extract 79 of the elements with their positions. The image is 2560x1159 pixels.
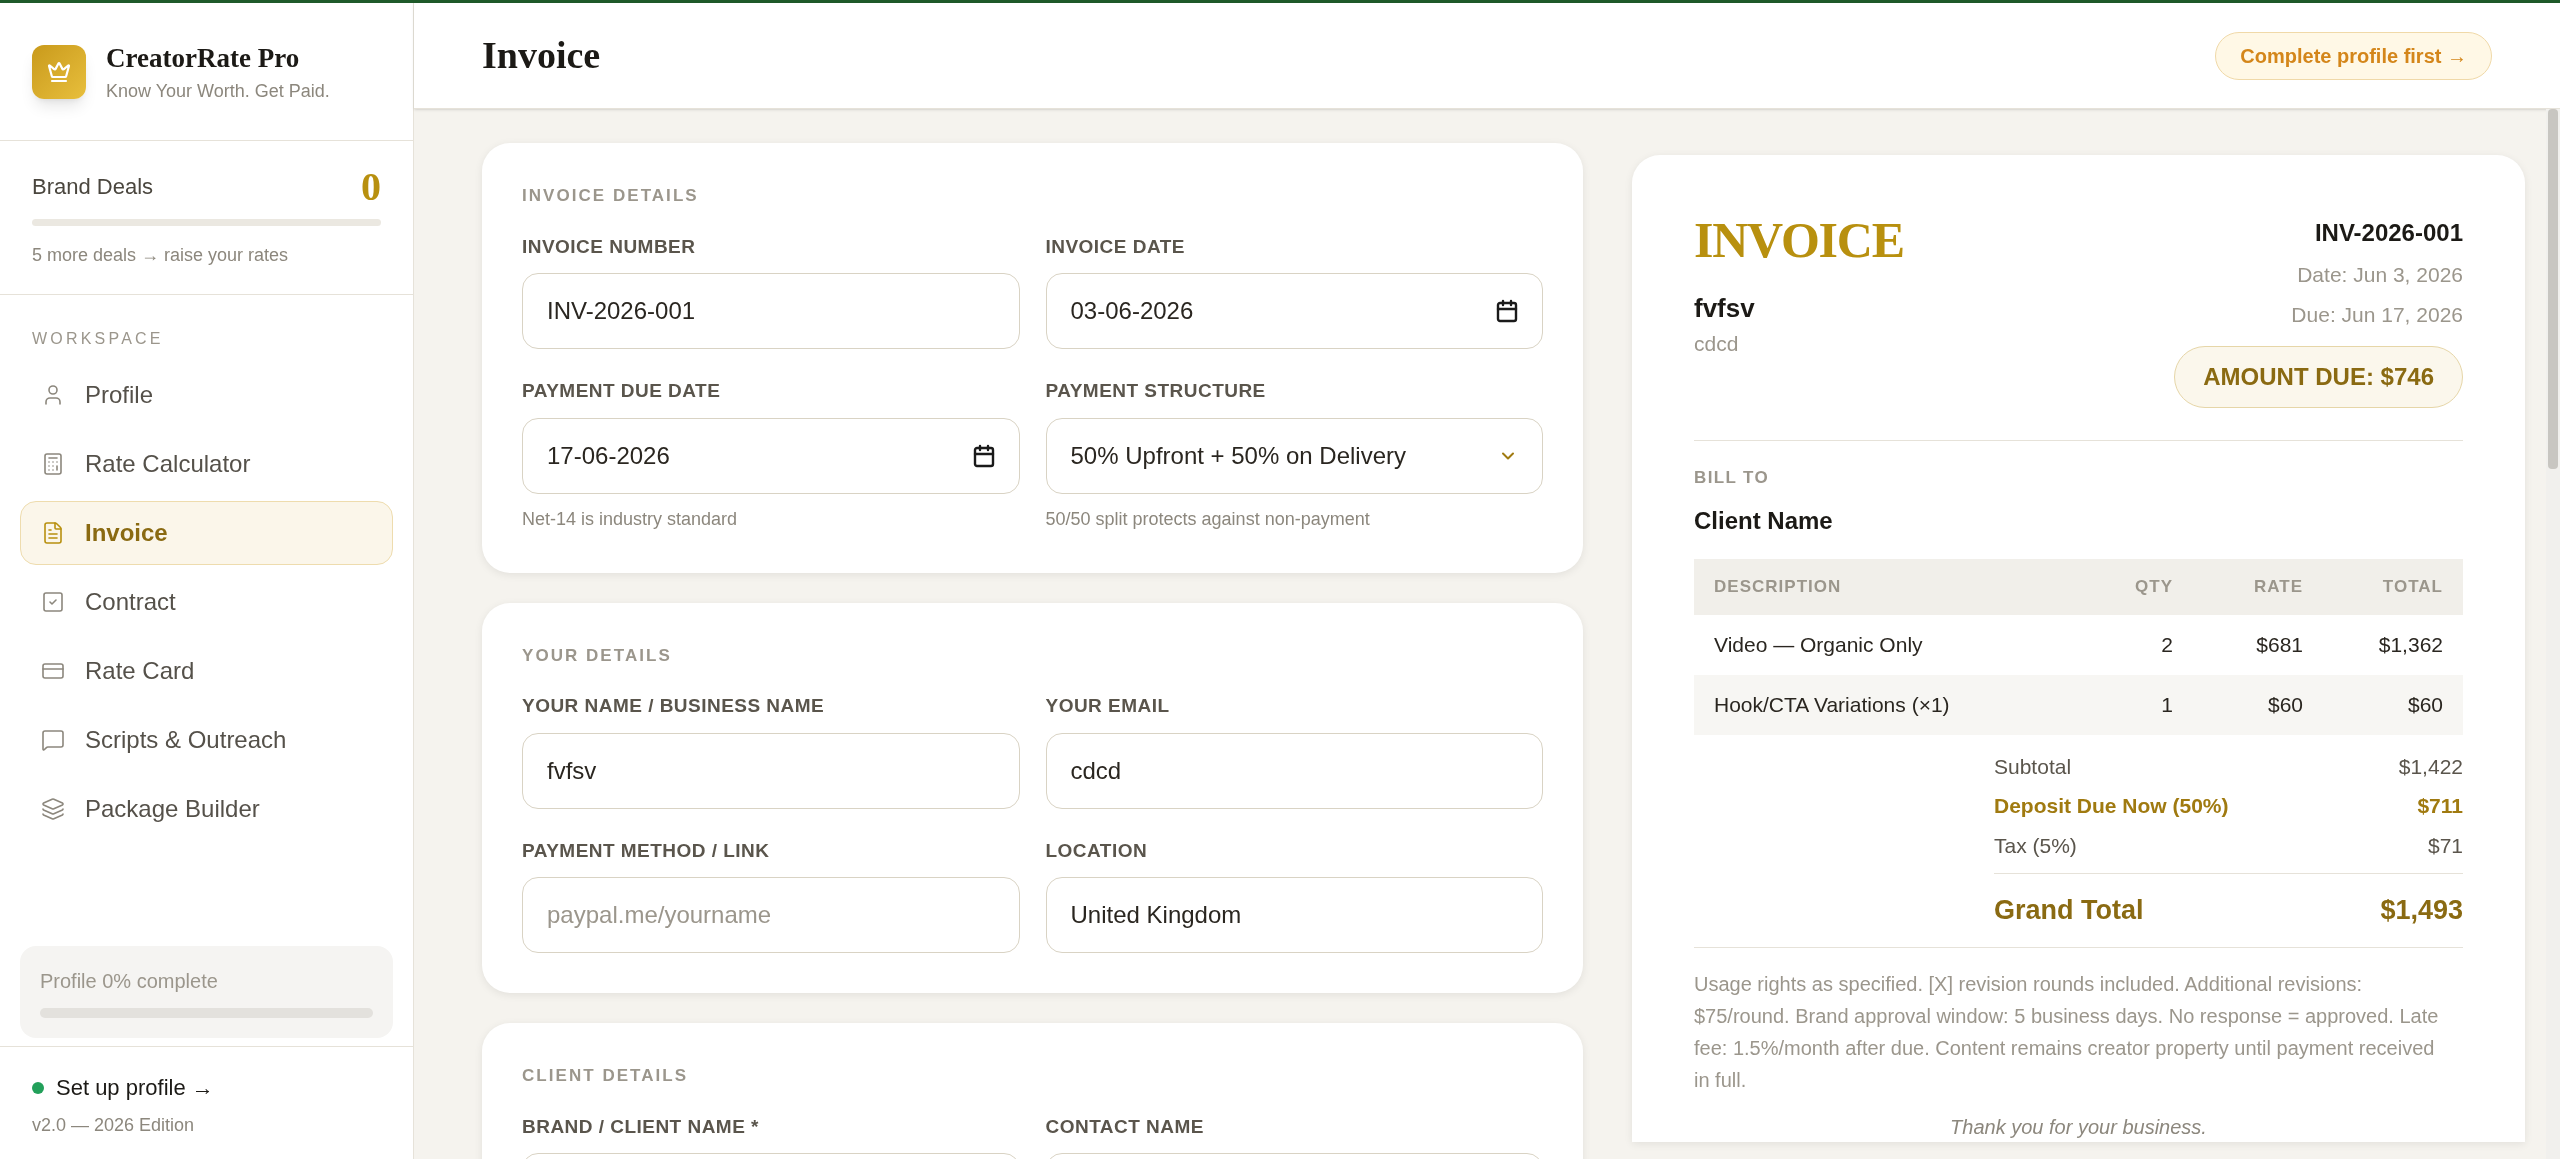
section-heading: INVOICE DETAILS <box>522 185 700 207</box>
field-label: LOCATION <box>1045 838 1149 863</box>
total-value: $711 <box>2417 793 2463 819</box>
field-label: BRAND / CLIENT NAME * <box>522 1114 760 1139</box>
due-date: Due: Jun 17, 2026 <box>2291 301 2463 328</box>
bill-to-label: BILL TO <box>1694 467 1770 489</box>
total-label: Subtotal <box>1994 753 2072 780</box>
sender-email: cdcd <box>1694 331 1740 357</box>
brand-deals-label: Brand Deals <box>32 173 154 201</box>
field-label: PAYMENT DUE DATE <box>522 379 722 403</box>
layers-icon <box>41 797 65 821</box>
invoice-heading: INVOICE <box>1694 215 1904 265</box>
column-header: TOTAL <box>2381 575 2443 598</box>
table-cell-text: $681 <box>2255 631 2303 658</box>
text-field[interactable]: fvfsv <box>522 732 1020 809</box>
setup-profile-link[interactable]: Set up profile → <box>56 1071 214 1104</box>
total-value: $71 <box>2427 832 2463 859</box>
nav-item[interactable]: Scripts & Outreach <box>20 708 393 772</box>
total-label: Tax (5%) <box>1994 832 2077 859</box>
field-hint: 50/50 split protects against non-payment <box>1045 507 1371 531</box>
field-label: PAYMENT METHOD / LINK <box>522 838 771 863</box>
nav-heading: WORKSPACE <box>31 329 165 349</box>
document-icon <box>41 521 65 545</box>
text-field[interactable]: cdcd <box>1045 732 1543 809</box>
section-heading: CLIENT DETAILS <box>522 1065 690 1087</box>
invoice-number: INV-2026-001 <box>2314 218 2463 248</box>
calendar-icon[interactable] <box>1495 299 1519 323</box>
table-cell-text: $60 <box>2266 691 2303 718</box>
terms-text: Usage rights as specified. [X] revision rounds included. Additional revisions: $75/round. Brand approval window: 5 business days. No response = approved. Late fee: 1.5%/month after due. Content remains creator property until payment received in full. <box>1694 971 2440 1093</box>
total-value: $1,422 <box>2398 753 2463 780</box>
client-name: Client Name <box>1694 505 1834 536</box>
field-label: INVOICE NUMBER <box>522 234 697 259</box>
version-text: v2.0 — 2026 Edition <box>32 1114 196 1137</box>
app-name: CreatorRate Pro <box>106 41 301 75</box>
column-header: DESCRIPTION <box>1714 575 1843 598</box>
nav-item[interactable]: Rate Card <box>20 639 393 703</box>
field-label: PAYMENT STRUCTURE <box>1045 379 1267 403</box>
page-title: Invoice <box>482 33 601 78</box>
table-cell-text: $1,362 <box>2377 631 2443 658</box>
text-field[interactable]: paypal.me/yourname <box>522 877 1020 953</box>
date-field[interactable]: 17-06-2026 <box>522 417 1020 494</box>
profile-progress-label: Profile 0% complete <box>40 969 219 994</box>
total-value: $1,493 <box>2380 894 2463 927</box>
nav-item[interactable]: Rate Calculator <box>20 432 393 496</box>
table-cell-text: Hook/CTA Variations (×1) <box>1714 691 1951 718</box>
app-tagline: Know Your Worth. Get Paid. <box>106 80 330 104</box>
brand-deals-count: 0 <box>361 166 381 207</box>
table-cell-text: $60 <box>2406 691 2443 718</box>
brand-deals-hint: 5 more deals → raise your rates <box>32 243 290 267</box>
table-cell-text: 2 <box>2160 631 2173 658</box>
date-field[interactable]: 03-06-2026 <box>1045 273 1543 349</box>
nav-item[interactable]: Package Builder <box>20 777 393 841</box>
sender-name: fvfsv <box>1694 292 1756 325</box>
field-label: INVOICE DATE <box>1045 234 1186 259</box>
invoice-date: Date: Jun 3, 2026 <box>2297 262 2463 288</box>
calculator-icon <box>41 452 65 476</box>
checkbox-icon <box>41 590 65 614</box>
dropdown[interactable]: 50% Upfront + 50% on Delivery <box>1045 417 1543 494</box>
column-header: QTY <box>2134 575 2173 598</box>
nav-item[interactable]: Profile <box>20 363 393 427</box>
thank-you-note: Thank you for your business. <box>1949 1114 2208 1140</box>
calendar-icon[interactable] <box>971 443 996 468</box>
field-label: YOUR NAME / BUSINESS NAME <box>522 694 826 718</box>
table-cell-text: 1 <box>2160 691 2173 718</box>
text-field[interactable]: United Kingdom <box>1045 877 1543 953</box>
table-cell-text: Video — Organic Only <box>1714 631 1924 658</box>
column-header: RATE <box>2252 575 2303 598</box>
nav-item[interactable]: Invoice <box>20 501 393 565</box>
field-label: YOUR EMAIL <box>1045 694 1171 718</box>
section-heading: YOUR DETAILS <box>522 644 673 667</box>
total-label: Deposit Due Now (50%) <box>1994 793 2229 819</box>
amount-due-badge: AMOUNT DUE: $746 <box>2174 346 2463 408</box>
field-label: CONTACT NAME <box>1045 1114 1205 1139</box>
chat-bubble-icon <box>41 728 65 752</box>
crown-logo-icon <box>32 44 86 99</box>
field-hint: Net-14 is industry standard <box>522 507 739 531</box>
total-label: Grand Total <box>1994 894 2144 927</box>
text-field[interactable]: INV-2026-001 <box>522 273 1020 349</box>
nav-item[interactable]: Contract <box>20 570 393 634</box>
